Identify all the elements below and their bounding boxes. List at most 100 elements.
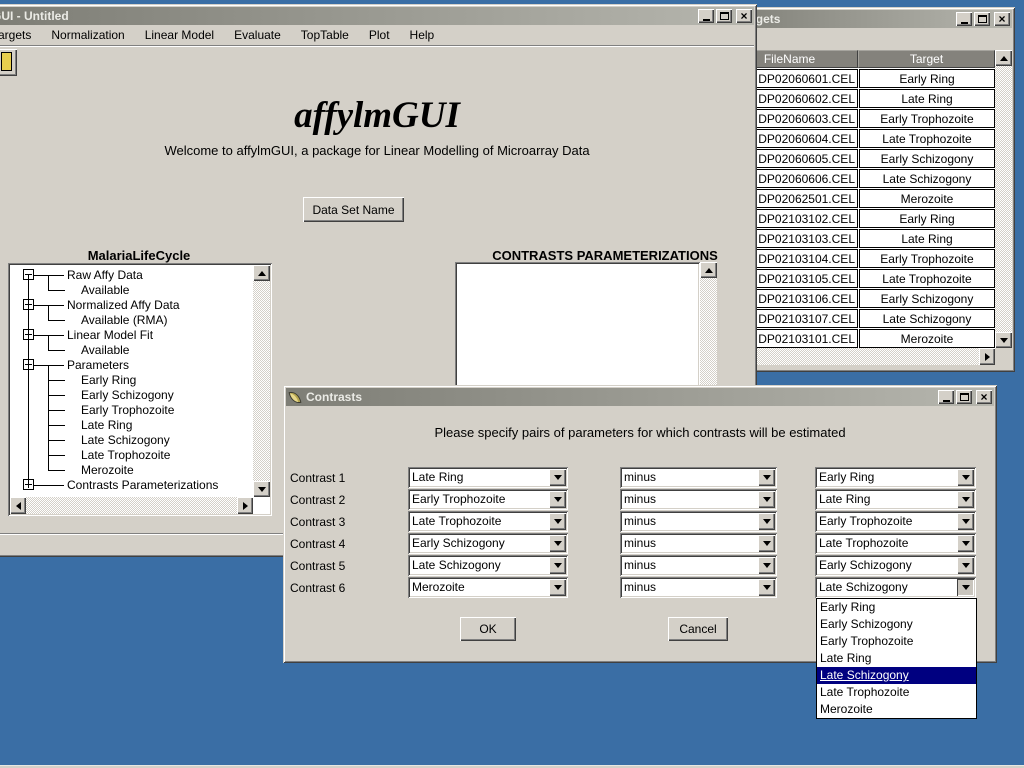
cancel-button[interactable]: Cancel bbox=[668, 617, 728, 641]
scroll-left-button[interactable] bbox=[10, 497, 26, 514]
main-titlebar[interactable]: GUI - Untitled bbox=[0, 7, 754, 25]
scrollbar-track[interactable] bbox=[995, 66, 1012, 332]
contrast-4-left-combobox[interactable]: Early Schizogony bbox=[408, 533, 568, 554]
contrast-1-left-combobox[interactable]: Late Ring bbox=[408, 467, 568, 488]
scroll-right-button[interactable] bbox=[979, 348, 995, 365]
tree-node-late-ring[interactable]: Late Ring bbox=[81, 418, 132, 432]
dataset-name-button[interactable]: Data Set Name bbox=[303, 197, 404, 222]
contrast-2-right-combobox[interactable]: Late Ring bbox=[815, 489, 976, 510]
contrast-3-operator-combobox[interactable]: minus bbox=[620, 511, 777, 532]
combo-arrow-button[interactable] bbox=[758, 535, 775, 552]
tree-horizontal-scrollbar[interactable] bbox=[10, 497, 253, 514]
combo-arrow-button[interactable] bbox=[957, 557, 974, 574]
contrast-4-operator-combobox[interactable]: minus bbox=[620, 533, 777, 554]
target-cell[interactable]: Late Trophozoite bbox=[859, 269, 995, 288]
ok-button[interactable]: OK bbox=[460, 617, 516, 641]
combo-arrow-button[interactable] bbox=[549, 513, 566, 530]
target-cell[interactable]: Late Schizogony bbox=[859, 169, 995, 188]
dropdown-option-early-trophozoite[interactable]: Early Trophozoite bbox=[817, 633, 976, 650]
combo-arrow-button[interactable] bbox=[957, 535, 974, 552]
combo-arrow-button[interactable] bbox=[957, 513, 974, 530]
close-button[interactable]: × bbox=[994, 12, 1010, 26]
target-cell[interactable]: Early Ring bbox=[859, 69, 995, 88]
tree-node-available[interactable]: Available bbox=[81, 283, 129, 297]
dropdown-option-merozoite[interactable]: Merozoite bbox=[817, 701, 976, 718]
maximize-button[interactable] bbox=[974, 12, 990, 26]
scrollbar-track[interactable] bbox=[253, 281, 270, 481]
target-cell[interactable]: Merozoite bbox=[859, 329, 995, 348]
scroll-up-button[interactable] bbox=[995, 50, 1012, 66]
tree-node-late-schizogony[interactable]: Late Schizogony bbox=[81, 433, 170, 447]
tree-node-early-trophozoite[interactable]: Early Trophozoite bbox=[81, 403, 174, 417]
scroll-down-button[interactable] bbox=[253, 481, 270, 497]
targets-vertical-scrollbar[interactable] bbox=[995, 50, 1012, 348]
scroll-up-button[interactable] bbox=[253, 265, 270, 281]
dialog-titlebar[interactable]: Contrasts bbox=[286, 388, 994, 406]
maximize-button[interactable] bbox=[716, 9, 732, 23]
menu-item-toptable[interactable]: TopTable bbox=[291, 26, 359, 45]
combo-arrow-button[interactable] bbox=[957, 491, 974, 508]
contrast-4-right-combobox[interactable]: Late Trophozoite bbox=[815, 533, 976, 554]
dropdown-option-early-ring[interactable]: Early Ring bbox=[817, 599, 976, 616]
tree-node-linear-model-fit[interactable]: Linear Model Fit bbox=[67, 328, 153, 342]
target-cell[interactable]: Late Ring bbox=[859, 229, 995, 248]
contrast-6-operator-combobox[interactable]: minus bbox=[620, 577, 777, 598]
close-button[interactable]: × bbox=[736, 9, 752, 23]
combo-arrow-button[interactable] bbox=[758, 469, 775, 486]
tree-node-normalized-affy-data[interactable]: Normalized Affy Data bbox=[67, 298, 180, 312]
contrast-1-right-combobox[interactable]: Early Ring bbox=[815, 467, 976, 488]
target-cell[interactable]: Late Schizogony bbox=[859, 309, 995, 328]
scrollbar-track[interactable] bbox=[26, 497, 237, 514]
close-button[interactable]: × bbox=[976, 390, 992, 404]
scroll-right-button[interactable] bbox=[237, 497, 253, 514]
target-cell[interactable]: Early Trophozoite bbox=[859, 249, 995, 268]
targets-horizontal-scrollbar[interactable] bbox=[721, 348, 995, 365]
maximize-button[interactable] bbox=[956, 390, 972, 404]
toolbar-new-icon[interactable] bbox=[0, 49, 17, 76]
target-cell[interactable]: Merozoite bbox=[859, 189, 995, 208]
tree-node-early-ring[interactable]: Early Ring bbox=[81, 373, 136, 387]
contrast-1-operator-combobox[interactable]: minus bbox=[620, 467, 777, 488]
target-cell[interactable]: Early Schizogony bbox=[859, 149, 995, 168]
combo-arrow-button[interactable] bbox=[758, 491, 775, 508]
contrast-3-right-combobox[interactable]: Early Trophozoite bbox=[815, 511, 976, 532]
contrast-5-left-combobox[interactable]: Late Schizogony bbox=[408, 555, 568, 576]
scroll-down-button[interactable] bbox=[995, 332, 1012, 348]
contrast-2-operator-combobox[interactable]: minus bbox=[620, 489, 777, 510]
combo-arrow-button[interactable] bbox=[549, 579, 566, 596]
combo-arrow-button[interactable] bbox=[549, 469, 566, 486]
combo-arrow-button[interactable] bbox=[758, 513, 775, 530]
dropdown-option-late-trophozoite[interactable]: Late Trophozoite bbox=[817, 684, 976, 701]
scroll-up-button[interactable] bbox=[700, 262, 717, 278]
menu-item-linear-model[interactable]: Linear Model bbox=[135, 26, 224, 45]
combo-arrow-button[interactable] bbox=[549, 491, 566, 508]
combo-arrow-button[interactable] bbox=[758, 557, 775, 574]
menu-item-plot[interactable]: Plot bbox=[359, 26, 400, 45]
target-cell[interactable]: Early Trophozoite bbox=[859, 109, 995, 128]
tree-node-available[interactable]: Available bbox=[81, 343, 129, 357]
tree-node-contrasts-parameterizations[interactable]: Contrasts Parameterizations bbox=[67, 478, 218, 492]
contrast-6-left-combobox[interactable]: Merozoite bbox=[408, 577, 568, 598]
minimize-button[interactable] bbox=[938, 390, 954, 404]
target-cell[interactable]: Early Schizogony bbox=[859, 289, 995, 308]
tree-node-late-trophozoite[interactable]: Late Trophozoite bbox=[81, 448, 170, 462]
tree-node-available-rma-[interactable]: Available (RMA) bbox=[81, 313, 167, 327]
contrast-6-right-combobox[interactable]: Late Schizogony bbox=[815, 577, 976, 598]
minimize-button[interactable] bbox=[698, 9, 714, 23]
contrast-3-left-combobox[interactable]: Late Trophozoite bbox=[408, 511, 568, 532]
combo-arrow-button[interactable] bbox=[957, 579, 974, 596]
combo-arrow-button[interactable] bbox=[549, 557, 566, 574]
tree-vertical-scrollbar[interactable] bbox=[253, 265, 270, 497]
contrast-5-operator-combobox[interactable]: minus bbox=[620, 555, 777, 576]
tree-node-early-schizogony[interactable]: Early Schizogony bbox=[81, 388, 174, 402]
target-cell[interactable]: Late Ring bbox=[859, 89, 995, 108]
dropdown-option-early-schizogony[interactable]: Early Schizogony bbox=[817, 616, 976, 633]
menu-item-help[interactable]: Help bbox=[400, 26, 445, 45]
combo-arrow-button[interactable] bbox=[549, 535, 566, 552]
contrast-5-right-combobox[interactable]: Early Schizogony bbox=[815, 555, 976, 576]
target-cell[interactable]: Late Trophozoite bbox=[859, 129, 995, 148]
combo-arrow-button[interactable] bbox=[758, 579, 775, 596]
tree-node-raw-affy-data[interactable]: Raw Affy Data bbox=[67, 268, 143, 282]
minimize-button[interactable] bbox=[956, 12, 972, 26]
tree-node-parameters[interactable]: Parameters bbox=[67, 358, 129, 372]
